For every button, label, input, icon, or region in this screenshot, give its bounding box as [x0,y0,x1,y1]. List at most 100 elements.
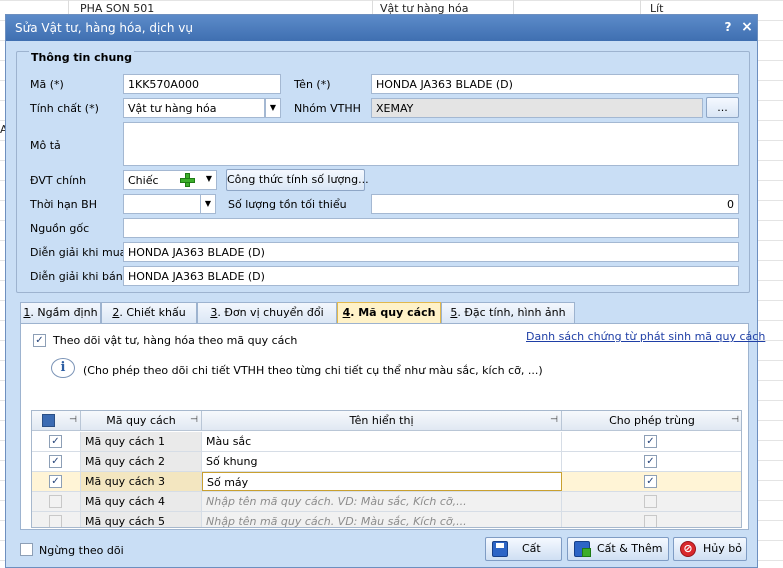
minstock-label: Số lượng tồn tối thiểu [228,198,347,211]
add-unit-icon[interactable] [179,172,197,188]
minstock-input[interactable]: 0 [371,194,739,214]
warranty-input[interactable] [123,194,201,214]
tab-label: . Đặc tính, hình ảnh [457,306,566,319]
allow-dup-cell[interactable]: ✓ [562,452,741,471]
spec-code-cell: Mã quy cách 3 [81,472,202,491]
formula-button[interactable]: Công thức tính số lượng... [226,169,369,191]
row-checkbox[interactable]: ✓ [49,475,62,488]
tab-label: . Ngầm định [30,306,98,319]
tab-unit-conversion[interactable]: 3. Đơn vị chuyển đổi [197,302,337,323]
close-button[interactable]: × [739,19,755,35]
display-name-cell[interactable]: Nhập tên mã quy cách. VD: Màu sắc, Kích … [202,512,562,527]
row-checkbox[interactable] [49,515,62,527]
save-and-add-button[interactable]: Cất & Thêm [567,537,669,561]
dialog-titlebar: Sửa Vật tư, hàng hóa, dịch vụ ? × [6,15,757,41]
name-input[interactable]: HONDA JA363 BLADE (D) [371,74,739,94]
info-text: (Cho phép theo dõi chi tiết VTHH theo từ… [83,364,543,377]
help-button[interactable]: ? [720,19,736,35]
row-select-cell[interactable]: ✓ [32,472,81,491]
allow-dup-cell[interactable] [562,512,741,527]
buy-desc-input[interactable]: HONDA JA363 BLADE (D) [123,242,739,262]
buy-desc-label: Diễn giải khi mua [30,246,127,259]
row-select-cell[interactable]: ✓ [32,432,81,451]
track-spec-label: Theo dõi vật tư, hàng hóa theo mã quy cá… [53,334,298,347]
row-checkbox[interactable]: ✓ [49,455,62,468]
col-header-dup[interactable]: Cho phép trùng ⊣ [562,411,741,431]
desc-textarea[interactable] [123,122,739,166]
tab-default[interactable]: 1. Ngầm định [20,302,101,323]
display-name-cell[interactable]: Nhập tên mã quy cách. VD: Màu sắc, Kích … [202,492,562,511]
warranty-label: Thời hạn BH [30,198,97,211]
spec-code-cell: Mã quy cách 1 [81,432,202,451]
col-header-dup-label: Cho phép trùng [609,414,695,427]
cancel-button[interactable]: ⊘ Hủy bỏ [673,537,747,561]
code-label: Mã (*) [30,78,64,91]
allow-dup-checkbox[interactable] [644,515,657,527]
unit-label: ĐVT chính [30,174,87,187]
stop-tracking-label: Ngừng theo dõi [39,544,124,557]
row-select-cell[interactable] [32,512,81,527]
save-and-add-label: Cất & Thêm [597,542,663,555]
cancel-label: Hủy bỏ [703,542,742,555]
sell-desc-input[interactable]: HONDA JA363 BLADE (D) [123,266,739,286]
row-select-cell[interactable] [32,492,81,511]
sell-desc-label: Diễn giải khi bán [30,270,123,283]
allow-dup-checkbox[interactable]: ✓ [644,475,657,488]
track-spec-checkbox[interactable]: ✓ [33,334,46,347]
allow-dup-checkbox[interactable]: ✓ [644,435,657,448]
spec-code-panel: ✓ Theo dõi vật tư, hàng hóa theo mã quy … [20,323,765,530]
col-header-display[interactable]: Tên hiển thị ⊣ [202,411,562,431]
spec-grid: ⊣ Mã quy cách ⊣ Tên hiển thị ⊣ Cho phép tr… [31,410,742,528]
save-icon [492,541,508,557]
save-button[interactable]: Cất [485,537,562,561]
row-select-cell[interactable]: ✓ [32,452,81,471]
spec-documents-link[interactable]: Danh sách chứng từ phát sinh mã quy cách [526,330,765,343]
group-input[interactable]: XEMAY [371,98,703,118]
table-row[interactable]: ✓ Mã quy cách 1 Màu sắc ✓ [32,432,741,452]
spec-code-cell: Mã quy cách 4 [81,492,202,511]
group-browse-button[interactable]: ... [706,97,739,118]
nature-select[interactable]: Vật tư hàng hóa [123,98,265,118]
table-row[interactable]: ✓ Mã quy cách 3 Số máy ✓ [32,472,741,492]
allow-dup-cell[interactable]: ✓ [562,432,741,451]
pin-icon[interactable]: ⊣ [69,411,77,430]
origin-label: Nguồn gốc [30,222,90,235]
code-input[interactable]: 1KK570A000 [123,74,281,94]
spec-code-cell: Mã quy cách 5 [81,512,202,527]
select-all-header[interactable]: ⊣ [32,411,81,431]
allow-dup-checkbox[interactable]: ✓ [644,455,657,468]
group-label: Nhóm VTHH [294,102,361,115]
name-label: Tên (*) [294,78,331,91]
display-name-cell[interactable]: Số máy [202,472,562,491]
pin-icon[interactable]: ⊣ [190,411,198,430]
tab-label: . Đơn vị chuyển đổi [217,306,324,319]
nature-label: Tính chất (*) [30,102,99,115]
chevron-down-icon[interactable]: ▼ [200,194,216,214]
stop-tracking-checkbox[interactable] [20,543,33,556]
select-all-checkbox[interactable] [42,414,55,427]
display-name-cell[interactable]: Màu sắc [202,432,562,451]
allow-dup-checkbox[interactable] [644,495,657,508]
tab-label: . Mã quy cách [350,306,436,319]
tab-discount[interactable]: 2. Chiết khấu [101,302,197,323]
tab-spec-code[interactable]: 4. Mã quy cách [337,302,441,324]
chevron-down-icon[interactable]: ▼ [265,98,281,118]
pin-icon[interactable]: ⊣ [550,411,558,430]
row-checkbox[interactable] [49,495,62,508]
col-header-code[interactable]: Mã quy cách ⊣ [81,411,202,431]
allow-dup-cell[interactable]: ✓ [562,472,741,491]
spec-code-cell: Mã quy cách 2 [81,452,202,471]
table-row[interactable]: Mã quy cách 5 Nhập tên mã quy cách. VD: M… [32,512,741,527]
table-row[interactable]: ✓ Mã quy cách 2 Số khung ✓ [32,452,741,472]
row-checkbox[interactable]: ✓ [49,435,62,448]
desc-label: Mô tả [30,139,61,152]
display-name-cell[interactable]: Số khung [202,452,562,471]
pin-icon[interactable]: ⊣ [731,411,739,430]
chevron-down-icon[interactable]: ▼ [201,170,217,190]
tab-attributes[interactable]: 5. Đặc tính, hình ảnh [441,302,575,323]
origin-input[interactable] [123,218,739,238]
table-row[interactable]: Mã quy cách 4 Nhập tên mã quy cách. VD: M… [32,492,741,512]
dialog-title: Sửa Vật tư, hàng hóa, dịch vụ [15,21,194,35]
save-label: Cất [522,542,541,555]
allow-dup-cell[interactable] [562,492,741,511]
